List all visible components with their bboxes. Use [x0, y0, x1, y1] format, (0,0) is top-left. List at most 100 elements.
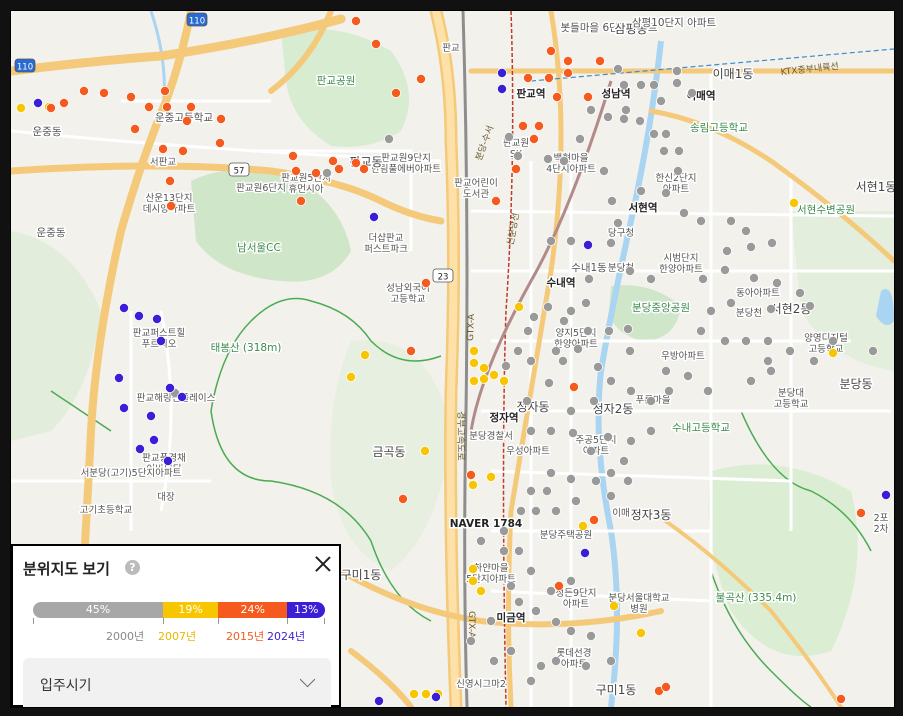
- complex-marker-2024[interactable]: [176, 391, 187, 402]
- complex-marker-2024[interactable]: [135, 443, 146, 454]
- complex-marker-2000[interactable]: [505, 646, 516, 657]
- complex-marker-2000[interactable]: [603, 112, 614, 123]
- complex-marker-2024[interactable]: [496, 84, 507, 95]
- complex-marker-2000[interactable]: [505, 581, 516, 592]
- complex-marker-2000[interactable]: [586, 105, 597, 116]
- close-icon[interactable]: [313, 554, 333, 574]
- complex-marker-2015[interactable]: [161, 102, 172, 113]
- complex-marker-2000[interactable]: [571, 495, 582, 506]
- complex-marker-2000[interactable]: [703, 385, 714, 396]
- complex-marker-2000[interactable]: [720, 264, 731, 275]
- complex-marker-2000[interactable]: [623, 475, 634, 486]
- complex-marker-2000[interactable]: [772, 277, 783, 288]
- complex-marker-2000[interactable]: [619, 80, 630, 91]
- complex-marker-2000[interactable]: [672, 66, 683, 77]
- complex-marker-2000[interactable]: [625, 265, 636, 276]
- complex-marker-2000[interactable]: [523, 325, 534, 336]
- complex-marker-2015[interactable]: [465, 469, 476, 480]
- complex-marker-2000[interactable]: [521, 395, 532, 406]
- complex-marker-2000[interactable]: [500, 360, 511, 371]
- complex-marker-2000[interactable]: [526, 676, 537, 687]
- complex-marker-2000[interactable]: [722, 245, 733, 256]
- complex-marker-2000[interactable]: [606, 375, 617, 386]
- complex-marker-2007[interactable]: [478, 373, 489, 384]
- complex-marker-2015[interactable]: [420, 277, 431, 288]
- complex-marker-2015[interactable]: [143, 102, 154, 113]
- complex-marker-2000[interactable]: [698, 273, 709, 284]
- complex-marker-2015[interactable]: [554, 581, 565, 592]
- complex-marker-2000[interactable]: [659, 145, 670, 156]
- complex-marker-2000[interactable]: [512, 345, 523, 356]
- complex-marker-2000[interactable]: [606, 490, 617, 501]
- complex-marker-2024[interactable]: [32, 98, 43, 109]
- complex-marker-2000[interactable]: [593, 361, 604, 372]
- complex-marker-2000[interactable]: [551, 656, 562, 667]
- complex-marker-2000[interactable]: [635, 116, 646, 127]
- complex-marker-2007[interactable]: [408, 689, 419, 700]
- complex-marker-2000[interactable]: [603, 431, 614, 442]
- complex-marker-2000[interactable]: [674, 145, 685, 156]
- complex-marker-2000[interactable]: [566, 235, 577, 246]
- complex-marker-2000[interactable]: [531, 606, 542, 617]
- complex-marker-2000[interactable]: [465, 636, 476, 647]
- complex-marker-2000[interactable]: [726, 297, 737, 308]
- complex-marker-2024[interactable]: [134, 310, 145, 321]
- complex-marker-2007[interactable]: [345, 371, 356, 382]
- complex-marker-2000[interactable]: [613, 64, 624, 75]
- complex-marker-2000[interactable]: [573, 343, 584, 354]
- complex-marker-2015[interactable]: [415, 74, 426, 85]
- complex-marker-2000[interactable]: [626, 435, 637, 446]
- complex-marker-2000[interactable]: [551, 345, 562, 356]
- move-in-period-dropdown[interactable]: 입주시기: [23, 658, 331, 707]
- complex-marker-2000[interactable]: [767, 237, 778, 248]
- complex-marker-2000[interactable]: [543, 301, 554, 312]
- complex-marker-2024[interactable]: [496, 68, 507, 79]
- complex-marker-2015[interactable]: [333, 163, 344, 174]
- complex-marker-2000[interactable]: [566, 305, 577, 316]
- complex-marker-2015[interactable]: [290, 165, 301, 176]
- complex-marker-2000[interactable]: [503, 132, 514, 143]
- complex-marker-2000[interactable]: [498, 526, 509, 537]
- complex-marker-2024[interactable]: [119, 302, 130, 313]
- complex-marker-2015[interactable]: [397, 493, 408, 504]
- complex-marker-2024[interactable]: [148, 434, 159, 445]
- complex-marker-2007[interactable]: [420, 689, 431, 700]
- complex-marker-2000[interactable]: [828, 335, 839, 346]
- complex-marker-2000[interactable]: [546, 467, 557, 478]
- complex-marker-2000[interactable]: [513, 597, 524, 608]
- complex-marker-2000[interactable]: [683, 370, 694, 381]
- complex-marker-2015[interactable]: [529, 134, 540, 145]
- complex-marker-2015[interactable]: [287, 150, 298, 161]
- complex-marker-2000[interactable]: [546, 235, 557, 246]
- complex-marker-2000[interactable]: [321, 167, 332, 178]
- complex-marker-2015[interactable]: [517, 121, 528, 132]
- complex-marker-2015[interactable]: [59, 98, 70, 109]
- help-icon[interactable]: ?: [125, 560, 140, 575]
- complex-marker-2000[interactable]: [619, 455, 630, 466]
- complex-marker-2015[interactable]: [490, 195, 501, 206]
- complex-marker-2000[interactable]: [526, 485, 537, 496]
- complex-marker-2015[interactable]: [534, 121, 545, 132]
- complex-marker-2007[interactable]: [513, 301, 524, 312]
- complex-marker-2000[interactable]: [498, 546, 509, 557]
- complex-marker-2000[interactable]: [542, 485, 553, 496]
- complex-marker-2024[interactable]: [580, 548, 591, 559]
- complex-marker-2015[interactable]: [157, 143, 168, 154]
- complex-marker-2000[interactable]: [586, 631, 597, 642]
- complex-marker-2000[interactable]: [526, 425, 537, 436]
- complex-marker-2015[interactable]: [185, 102, 196, 113]
- complex-marker-2000[interactable]: [661, 187, 672, 198]
- complex-marker-2000[interactable]: [566, 405, 577, 416]
- complex-marker-2000[interactable]: [626, 385, 637, 396]
- complex-marker-2007[interactable]: [498, 375, 509, 386]
- complex-marker-2024[interactable]: [881, 489, 892, 500]
- complex-marker-2000[interactable]: [636, 80, 647, 91]
- complex-marker-2000[interactable]: [575, 134, 586, 145]
- complex-marker-2007[interactable]: [16, 103, 26, 114]
- complex-marker-2000[interactable]: [583, 325, 594, 336]
- complex-marker-2000[interactable]: [551, 505, 562, 516]
- complex-marker-2000[interactable]: [512, 150, 523, 161]
- complex-marker-2024[interactable]: [114, 372, 125, 383]
- complex-marker-2000[interactable]: [546, 586, 557, 597]
- complex-marker-2024[interactable]: [430, 692, 441, 703]
